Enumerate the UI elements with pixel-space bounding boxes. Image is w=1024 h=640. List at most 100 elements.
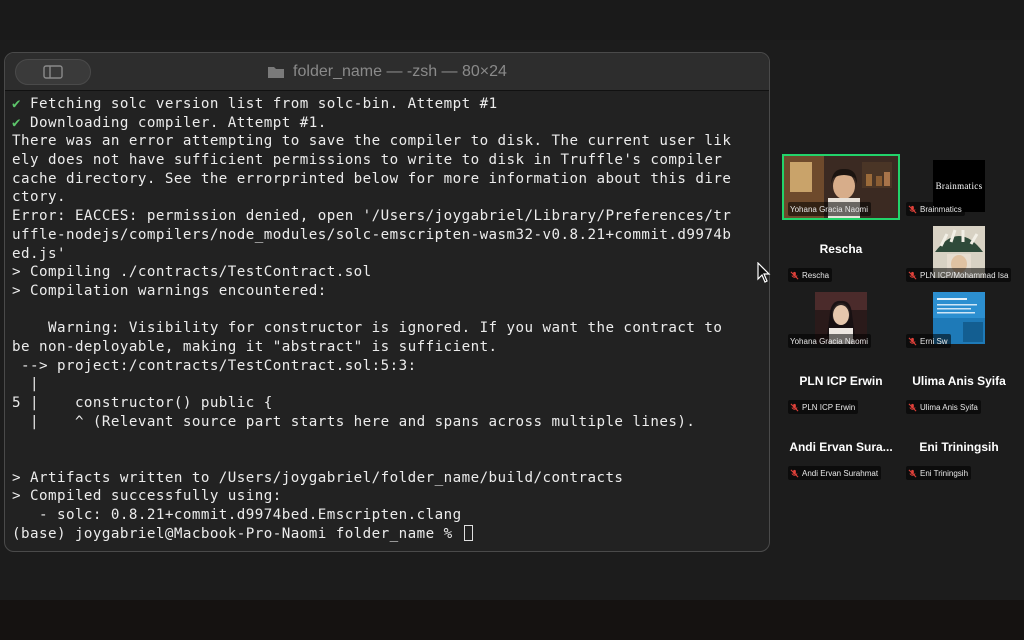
- participant-tile[interactable]: Brainmatics Brainmatics: [900, 154, 1018, 216]
- terminal-line: | ^ (Relevant source part starts here an…: [12, 413, 761, 432]
- terminal-line: ✔ Fetching solc version list from solc-b…: [12, 95, 761, 114]
- terminal-line-text: > Compiling ./contracts/TestContract.sol: [12, 264, 372, 281]
- bottom-band: [0, 600, 1024, 640]
- participant-label: Yohana Gracia Naomi: [788, 334, 871, 348]
- terminal-line: > Compilation warnings encountered:: [12, 282, 761, 301]
- terminal-line-text: uffle-nodejs/compilers/node_modules/solc…: [12, 226, 732, 243]
- participant-label: Eni Triningsih: [906, 466, 972, 480]
- sidebar-toggle-icon: [43, 65, 63, 79]
- participant-tile[interactable]: PLN ICP/Mohammad Isa: [900, 220, 1018, 282]
- participant-label: Ulima Anis Syifa: [906, 400, 981, 414]
- participant-name-display: Eni Triningsih: [919, 440, 999, 454]
- terminal-line: --> project:/contracts/TestContract.sol:…: [12, 357, 761, 376]
- participant-tile[interactable]: Rescha Rescha: [782, 220, 900, 282]
- participant-name: Yohana Gracia Naomi: [790, 336, 868, 346]
- terminal-line-text: | ^ (Relevant source part starts here an…: [12, 413, 696, 430]
- terminal-window[interactable]: folder_name — -zsh — 80×24 ✔ Fetching so…: [4, 52, 770, 552]
- terminal-line: ely does not have sufficient permissions…: [12, 151, 761, 170]
- terminal-line: Error: EACCES: permission denied, open '…: [12, 207, 761, 226]
- terminal-line-text: > Compiled successfully using:: [12, 488, 282, 505]
- participant-label: Andi Ervan Surahmat: [788, 466, 882, 480]
- terminal-title-wrap: folder_name — -zsh — 80×24: [5, 53, 769, 91]
- terminal-line: 5 | constructor() public {: [12, 394, 761, 413]
- terminal-line: |: [12, 375, 761, 394]
- terminal-prompt-line[interactable]: (base) joygabriel@Macbook-Pro-Naomi fold…: [12, 524, 761, 544]
- participant-tile[interactable]: Yohana Gracia Naomi: [782, 154, 900, 220]
- sidebar-toggle-button[interactable]: [15, 59, 91, 85]
- terminal-line: uffle-nodejs/compilers/node_modules/solc…: [12, 226, 761, 245]
- mouse-pointer-icon: [757, 262, 771, 283]
- terminal-line-text: There was an error attempting to save th…: [12, 133, 732, 150]
- terminal-line-text: > Artifacts written to /Users/joygabriel…: [12, 469, 624, 486]
- terminal-line-text: Error: EACCES: permission denied, open '…: [12, 208, 732, 225]
- terminal-line: > Artifacts written to /Users/joygabriel…: [12, 469, 761, 488]
- participant-name-display: Andi Ervan Sura...: [789, 440, 893, 454]
- participant-label: PLN ICP/Mohammad Isa: [906, 268, 1012, 282]
- terminal-line: > Compiling ./contracts/TestContract.sol: [12, 263, 761, 282]
- participant-name: PLN ICP/Mohammad Isa: [920, 270, 1009, 280]
- terminal-line-text: > Compilation warnings encountered:: [12, 282, 327, 299]
- terminal-line-text: --> project:/contracts/TestContract.sol:…: [12, 357, 417, 374]
- checkmark-icon: ✔: [12, 114, 21, 131]
- terminal-line-text: |: [12, 376, 39, 393]
- participant-name: Brainmatics: [920, 204, 962, 214]
- text-cursor: [463, 524, 473, 541]
- mic-muted-icon: [790, 271, 799, 280]
- mic-muted-icon: [908, 469, 917, 478]
- terminal-line-text: ely does not have sufficient permissions…: [12, 152, 723, 169]
- terminal-line: ed.js': [12, 245, 761, 264]
- mic-muted-icon: [908, 403, 917, 412]
- checkmark-icon: ✔: [12, 96, 21, 112]
- participant-name-display: Ulima Anis Syifa: [912, 374, 1006, 388]
- folder-icon: [268, 67, 285, 78]
- participant-name-display: Rescha: [819, 242, 863, 256]
- terminal-line: There was an error attempting to save th…: [12, 132, 761, 151]
- participant-name: PLN ICP Erwin: [802, 402, 856, 412]
- participant-label: Erni Sw: [906, 334, 951, 348]
- terminal-line: > Compiled successfully using:: [12, 487, 761, 506]
- mic-muted-icon: [908, 337, 917, 346]
- participant-label: Brainmatics: [906, 202, 965, 216]
- terminal-line: cache directory. See the errorprinted be…: [12, 170, 761, 189]
- participant-label: PLN ICP Erwin: [788, 400, 859, 414]
- terminal-line: ✔ Downloading compiler. Attempt #1.: [12, 114, 761, 133]
- mic-muted-icon: [908, 271, 917, 280]
- terminal-line: Warning: Visibility for constructor is i…: [12, 319, 761, 338]
- terminal-line-text: cache directory. See the errorprinted be…: [12, 170, 732, 187]
- terminal-line: ctory.: [12, 188, 761, 207]
- participant-name: Yohana Gracia Naomi: [790, 204, 868, 214]
- mic-muted-icon: [908, 205, 917, 214]
- participant-name: Rescha: [802, 270, 830, 280]
- terminal-line-text: ed.js': [12, 245, 66, 262]
- terminal-line-text: Fetching solc version list from solc-bin…: [21, 96, 498, 112]
- terminal-line: be non-deployable, making it "abstract" …: [12, 338, 761, 357]
- mic-muted-icon: [790, 469, 799, 478]
- terminal-line-text: - solc: 0.8.21+commit.d9974bed.Emscripte…: [12, 507, 462, 524]
- participant-tile[interactable]: Eni Triningsih Eni Triningsih: [900, 418, 1018, 480]
- participant-name: Ulima Anis Syifa: [920, 402, 978, 412]
- top-band: [0, 0, 1024, 40]
- participant-name: Erni Sw: [920, 336, 948, 346]
- terminal-line-text: ctory.: [12, 189, 66, 206]
- terminal-titlebar[interactable]: folder_name — -zsh — 80×24: [5, 53, 769, 91]
- terminal-output[interactable]: ✔ Fetching solc version list from solc-b…: [12, 95, 761, 547]
- terminal-line-text: Downloading compiler. Attempt #1.: [21, 114, 327, 131]
- participant-name: Andi Ervan Surahmat: [802, 468, 879, 478]
- terminal-line-text: Warning: Visibility for constructor is i…: [12, 320, 723, 337]
- terminal-line: - solc: 0.8.21+commit.d9974bed.Emscripte…: [12, 506, 761, 525]
- participant-tile[interactable]: Yohana Gracia Naomi: [782, 286, 900, 348]
- participant-name: Eni Triningsih: [920, 468, 969, 478]
- participant-tile[interactable]: PLN ICP Erwin PLN ICP Erwin: [782, 352, 900, 414]
- participant-label: Yohana Gracia Naomi: [788, 202, 871, 216]
- participant-tile[interactable]: Ulima Anis Syifa Ulima Anis Syifa: [900, 352, 1018, 414]
- shell-prompt: (base) joygabriel@Macbook-Pro-Naomi fold…: [12, 525, 462, 542]
- participant-tile[interactable]: Erni Sw: [900, 286, 1018, 348]
- terminal-line-text: 5 | constructor() public {: [12, 395, 273, 411]
- terminal-line-text: be non-deployable, making it "abstract" …: [12, 338, 498, 355]
- meeting-participants-panel: Yohana Gracia Naomi Brainmatics Brainmatic…: [776, 40, 1024, 600]
- participant-tile[interactable]: Andi Ervan Sura... Andi Ervan Surahmat: [782, 418, 900, 480]
- participant-name-display: PLN ICP Erwin: [799, 374, 883, 388]
